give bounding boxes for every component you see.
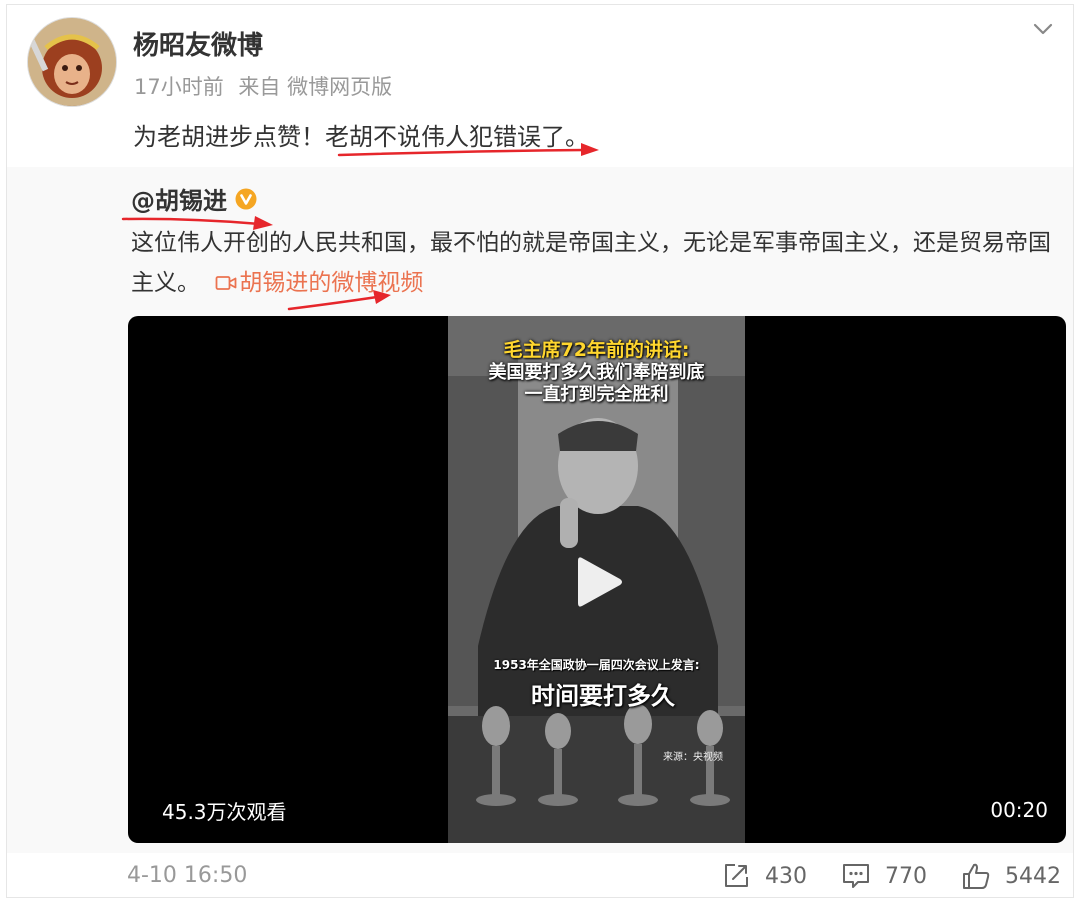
avatar-image [28, 18, 116, 106]
video-camera-icon [215, 276, 237, 290]
view-count: 45.3万次观看 [162, 800, 287, 824]
chevron-down-icon[interactable] [1031, 17, 1055, 41]
caption-line-3: 一直打到完全胜利 [524, 384, 669, 405]
caption-main: 时间要打多久 [531, 682, 675, 710]
comment-button[interactable]: 770 [841, 861, 927, 891]
action-bar: 430 770 5442 [721, 861, 1061, 891]
video-duration: 00:20 [990, 798, 1048, 822]
repost-author: @胡锡进 [131, 181, 257, 216]
video-link[interactable]: 胡锡进的微博视频 [207, 270, 423, 296]
share-button[interactable]: 430 [721, 861, 807, 891]
repost-text: 这位伟人开创的人民共和国，最不怕的就是帝国主义，无论是军事帝国主义，还是贸易帝国… [131, 223, 1061, 303]
comment-icon [843, 864, 869, 888]
share-count: 430 [765, 863, 807, 889]
comment-count: 770 [885, 863, 927, 889]
caption-line-2: 美国要打多久我们奉陪到底 [488, 362, 705, 383]
thumbs-up-icon [963, 863, 990, 889]
verified-badge-icon [235, 188, 257, 209]
post-source: 来自 微博网页版 [238, 75, 393, 99]
share-icon [725, 864, 748, 887]
post-meta: 17小时前 来自 微博网页版 [134, 71, 400, 101]
avatar[interactable] [27, 17, 117, 107]
play-icon[interactable] [568, 552, 628, 612]
post-time[interactable]: 17小时前 [134, 75, 224, 99]
video-caption-top: 毛主席72年前的讲话: 美国要打多久我们奉陪到底 一直打到完全胜利 [448, 338, 745, 406]
like-button[interactable]: 5442 [961, 861, 1061, 891]
repost-box[interactable]: @胡锡进 这位伟人开创的人民共和国，最不怕的就是帝国主义，无论是军事帝国主义，还… [7, 167, 1073, 853]
repost-author-name[interactable]: @胡锡进 [131, 181, 227, 216]
caption-subtitle: 1953年全国政协一届四次会议上发言: [493, 658, 700, 672]
post-text: 为老胡进步点赞！老胡不说伟人犯错误了。 [133, 123, 589, 151]
video-player[interactable]: 毛主席72年前的讲话: 美国要打多久我们奉陪到底 一直打到完全胜利 1953年全… [128, 316, 1066, 843]
weibo-post-card: 杨昭友微博 17小时前 来自 微博网页版 为老胡进步点赞！老胡不说伟人犯错误了。… [6, 4, 1074, 898]
video-link-label[interactable]: 胡锡进的微博视频 [239, 270, 423, 296]
caption-title: 毛主席72年前的讲话: [503, 339, 690, 361]
post-timestamp[interactable]: 4-10 16:50 [127, 863, 247, 888]
like-count: 5442 [1005, 863, 1061, 889]
caption-source: 来源：央视频 [663, 752, 723, 763]
post-author-name[interactable]: 杨昭友微博 [133, 25, 263, 62]
